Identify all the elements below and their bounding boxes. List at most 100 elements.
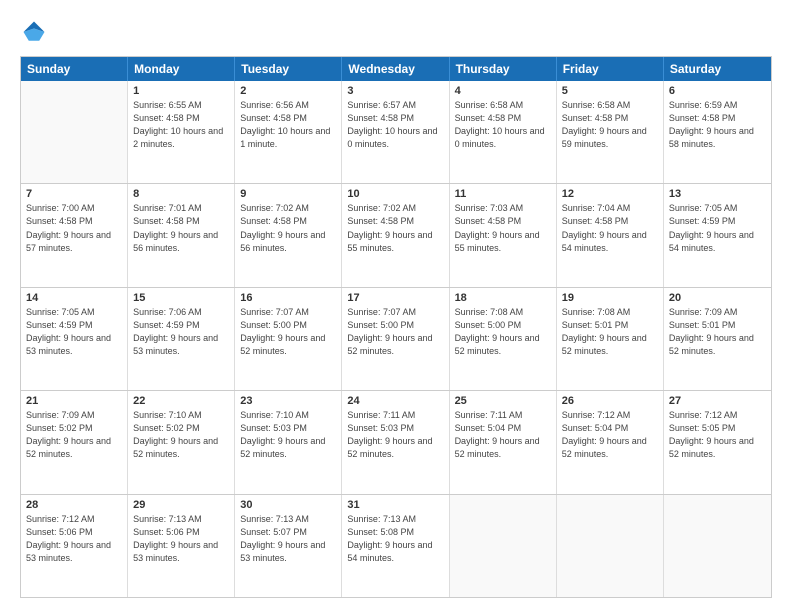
day-info: Sunrise: 6:59 AMSunset: 4:58 PMDaylight:… xyxy=(669,99,766,151)
calendar-cell: 11 Sunrise: 7:03 AMSunset: 4:58 PMDayligh… xyxy=(450,184,557,286)
day-info: Sunrise: 6:58 AMSunset: 4:58 PMDaylight:… xyxy=(562,99,658,151)
calendar-header-cell: Wednesday xyxy=(342,57,449,81)
page: SundayMondayTuesdayWednesdayThursdayFrid… xyxy=(0,0,792,612)
calendar-cell: 21 Sunrise: 7:09 AMSunset: 5:02 PMDayligh… xyxy=(21,391,128,493)
day-info: Sunrise: 7:08 AMSunset: 5:01 PMDaylight:… xyxy=(562,306,658,358)
calendar-header-cell: Thursday xyxy=(450,57,557,81)
day-info: Sunrise: 7:07 AMSunset: 5:00 PMDaylight:… xyxy=(347,306,443,358)
day-info: Sunrise: 7:12 AMSunset: 5:04 PMDaylight:… xyxy=(562,409,658,461)
calendar-cell: 18Sunrise: 7:08 AMSunset: 5:00 PMDayligh… xyxy=(450,288,557,390)
day-info: Sunrise: 7:00 AMSunset: 4:58 PMDaylight:… xyxy=(26,202,122,254)
day-number: 30 xyxy=(240,499,336,511)
calendar-header-cell: Friday xyxy=(557,57,664,81)
calendar-row: 7 Sunrise: 7:00 AMSunset: 4:58 PMDaylight… xyxy=(21,183,771,286)
calendar-cell: 13Sunrise: 7:05 AMSunset: 4:59 PMDayligh… xyxy=(664,184,771,286)
calendar-cell: 16 Sunrise: 7:07 AMSunset: 5:00 PMDayligh… xyxy=(235,288,342,390)
day-number: 8 xyxy=(133,188,229,200)
calendar-row: 14 Sunrise: 7:05 AMSunset: 4:59 PMDayligh… xyxy=(21,287,771,390)
calendar-cell: 12 Sunrise: 7:04 AMSunset: 4:58 PMDayligh… xyxy=(557,184,664,286)
calendar-cell: 10 Sunrise: 7:02 AMSunset: 4:58 PMDayligh… xyxy=(342,184,449,286)
day-number: 5 xyxy=(562,85,658,97)
calendar-row: 28 Sunrise: 7:12 AMSunset: 5:06 PMDayligh… xyxy=(21,494,771,597)
day-number: 7 xyxy=(26,188,122,200)
day-info: Sunrise: 7:11 AMSunset: 5:03 PMDaylight:… xyxy=(347,409,443,461)
day-number: 17 xyxy=(347,292,443,304)
day-info: Sunrise: 7:06 AMSunset: 4:59 PMDaylight:… xyxy=(133,306,229,358)
calendar-cell: 17 Sunrise: 7:07 AMSunset: 5:00 PMDayligh… xyxy=(342,288,449,390)
day-number: 21 xyxy=(26,395,122,407)
day-number: 19 xyxy=(562,292,658,304)
day-info: Sunrise: 7:13 AMSunset: 5:08 PMDaylight:… xyxy=(347,513,443,565)
day-info: Sunrise: 7:13 AMSunset: 5:06 PMDaylight:… xyxy=(133,513,229,565)
calendar-row: 1Sunrise: 6:55 AMSunset: 4:58 PMDaylight… xyxy=(21,81,771,183)
day-number: 29 xyxy=(133,499,229,511)
calendar-cell: 25 Sunrise: 7:11 AMSunset: 5:04 PMDayligh… xyxy=(450,391,557,493)
day-info: Sunrise: 7:10 AMSunset: 5:03 PMDaylight:… xyxy=(240,409,336,461)
day-number: 25 xyxy=(455,395,551,407)
logo xyxy=(20,18,52,46)
day-number: 2 xyxy=(240,85,336,97)
day-number: 11 xyxy=(455,188,551,200)
day-number: 18 xyxy=(455,292,551,304)
calendar-header-cell: Sunday xyxy=(21,57,128,81)
day-info: Sunrise: 7:10 AMSunset: 5:02 PMDaylight:… xyxy=(133,409,229,461)
calendar-body: 1Sunrise: 6:55 AMSunset: 4:58 PMDaylight… xyxy=(21,81,771,597)
day-info: Sunrise: 7:07 AMSunset: 5:00 PMDaylight:… xyxy=(240,306,336,358)
day-number: 9 xyxy=(240,188,336,200)
calendar-cell: 9Sunrise: 7:02 AMSunset: 4:58 PMDaylight… xyxy=(235,184,342,286)
calendar-header-cell: Monday xyxy=(128,57,235,81)
day-number: 12 xyxy=(562,188,658,200)
calendar-cell: 6Sunrise: 6:59 AMSunset: 4:58 PMDaylight… xyxy=(664,81,771,183)
day-number: 27 xyxy=(669,395,766,407)
day-info: Sunrise: 6:58 AMSunset: 4:58 PMDaylight:… xyxy=(455,99,551,151)
day-info: Sunrise: 7:11 AMSunset: 5:04 PMDaylight:… xyxy=(455,409,551,461)
calendar-cell: 20Sunrise: 7:09 AMSunset: 5:01 PMDayligh… xyxy=(664,288,771,390)
calendar-cell: 2 Sunrise: 6:56 AMSunset: 4:58 PMDaylight… xyxy=(235,81,342,183)
day-number: 24 xyxy=(347,395,443,407)
calendar-cell: 24 Sunrise: 7:11 AMSunset: 5:03 PMDayligh… xyxy=(342,391,449,493)
day-number: 15 xyxy=(133,292,229,304)
calendar-cell: 19 Sunrise: 7:08 AMSunset: 5:01 PMDayligh… xyxy=(557,288,664,390)
calendar-cell: 5 Sunrise: 6:58 AMSunset: 4:58 PMDaylight… xyxy=(557,81,664,183)
day-info: Sunrise: 7:02 AMSunset: 4:58 PMDaylight:… xyxy=(347,202,443,254)
day-number: 3 xyxy=(347,85,443,97)
day-number: 28 xyxy=(26,499,122,511)
calendar-cell: 31 Sunrise: 7:13 AMSunset: 5:08 PMDayligh… xyxy=(342,495,449,597)
calendar-cell: 28 Sunrise: 7:12 AMSunset: 5:06 PMDayligh… xyxy=(21,495,128,597)
calendar-cell xyxy=(557,495,664,597)
calendar-header: SundayMondayTuesdayWednesdayThursdayFrid… xyxy=(21,57,771,81)
day-number: 1 xyxy=(133,85,229,97)
day-info: Sunrise: 7:01 AMSunset: 4:58 PMDaylight:… xyxy=(133,202,229,254)
day-number: 20 xyxy=(669,292,766,304)
calendar-cell: 8 Sunrise: 7:01 AMSunset: 4:58 PMDaylight… xyxy=(128,184,235,286)
day-info: Sunrise: 6:56 AMSunset: 4:58 PMDaylight:… xyxy=(240,99,336,151)
day-info: Sunrise: 7:03 AMSunset: 4:58 PMDaylight:… xyxy=(455,202,551,254)
calendar-cell: 29 Sunrise: 7:13 AMSunset: 5:06 PMDayligh… xyxy=(128,495,235,597)
day-info: Sunrise: 7:09 AMSunset: 5:02 PMDaylight:… xyxy=(26,409,122,461)
day-number: 16 xyxy=(240,292,336,304)
calendar-cell xyxy=(450,495,557,597)
calendar-cell: 3 Sunrise: 6:57 AMSunset: 4:58 PMDaylight… xyxy=(342,81,449,183)
day-number: 13 xyxy=(669,188,766,200)
calendar-cell: 30 Sunrise: 7:13 AMSunset: 5:07 PMDayligh… xyxy=(235,495,342,597)
calendar-cell: 23Sunrise: 7:10 AMSunset: 5:03 PMDayligh… xyxy=(235,391,342,493)
day-info: Sunrise: 7:13 AMSunset: 5:07 PMDaylight:… xyxy=(240,513,336,565)
calendar-cell: 14 Sunrise: 7:05 AMSunset: 4:59 PMDayligh… xyxy=(21,288,128,390)
calendar-cell xyxy=(664,495,771,597)
day-info: Sunrise: 6:57 AMSunset: 4:58 PMDaylight:… xyxy=(347,99,443,151)
calendar-cell: 15 Sunrise: 7:06 AMSunset: 4:59 PMDayligh… xyxy=(128,288,235,390)
day-number: 4 xyxy=(455,85,551,97)
calendar-cell: 7 Sunrise: 7:00 AMSunset: 4:58 PMDaylight… xyxy=(21,184,128,286)
day-info: Sunrise: 7:12 AMSunset: 5:06 PMDaylight:… xyxy=(26,513,122,565)
header xyxy=(20,18,772,46)
calendar-row: 21 Sunrise: 7:09 AMSunset: 5:02 PMDayligh… xyxy=(21,390,771,493)
calendar-cell: 4 Sunrise: 6:58 AMSunset: 4:58 PMDaylight… xyxy=(450,81,557,183)
day-info: Sunrise: 7:04 AMSunset: 4:58 PMDaylight:… xyxy=(562,202,658,254)
calendar-header-cell: Tuesday xyxy=(235,57,342,81)
day-number: 14 xyxy=(26,292,122,304)
logo-icon xyxy=(20,18,48,46)
day-number: 31 xyxy=(347,499,443,511)
calendar-cell xyxy=(21,81,128,183)
day-number: 10 xyxy=(347,188,443,200)
day-info: Sunrise: 7:05 AMSunset: 4:59 PMDaylight:… xyxy=(26,306,122,358)
